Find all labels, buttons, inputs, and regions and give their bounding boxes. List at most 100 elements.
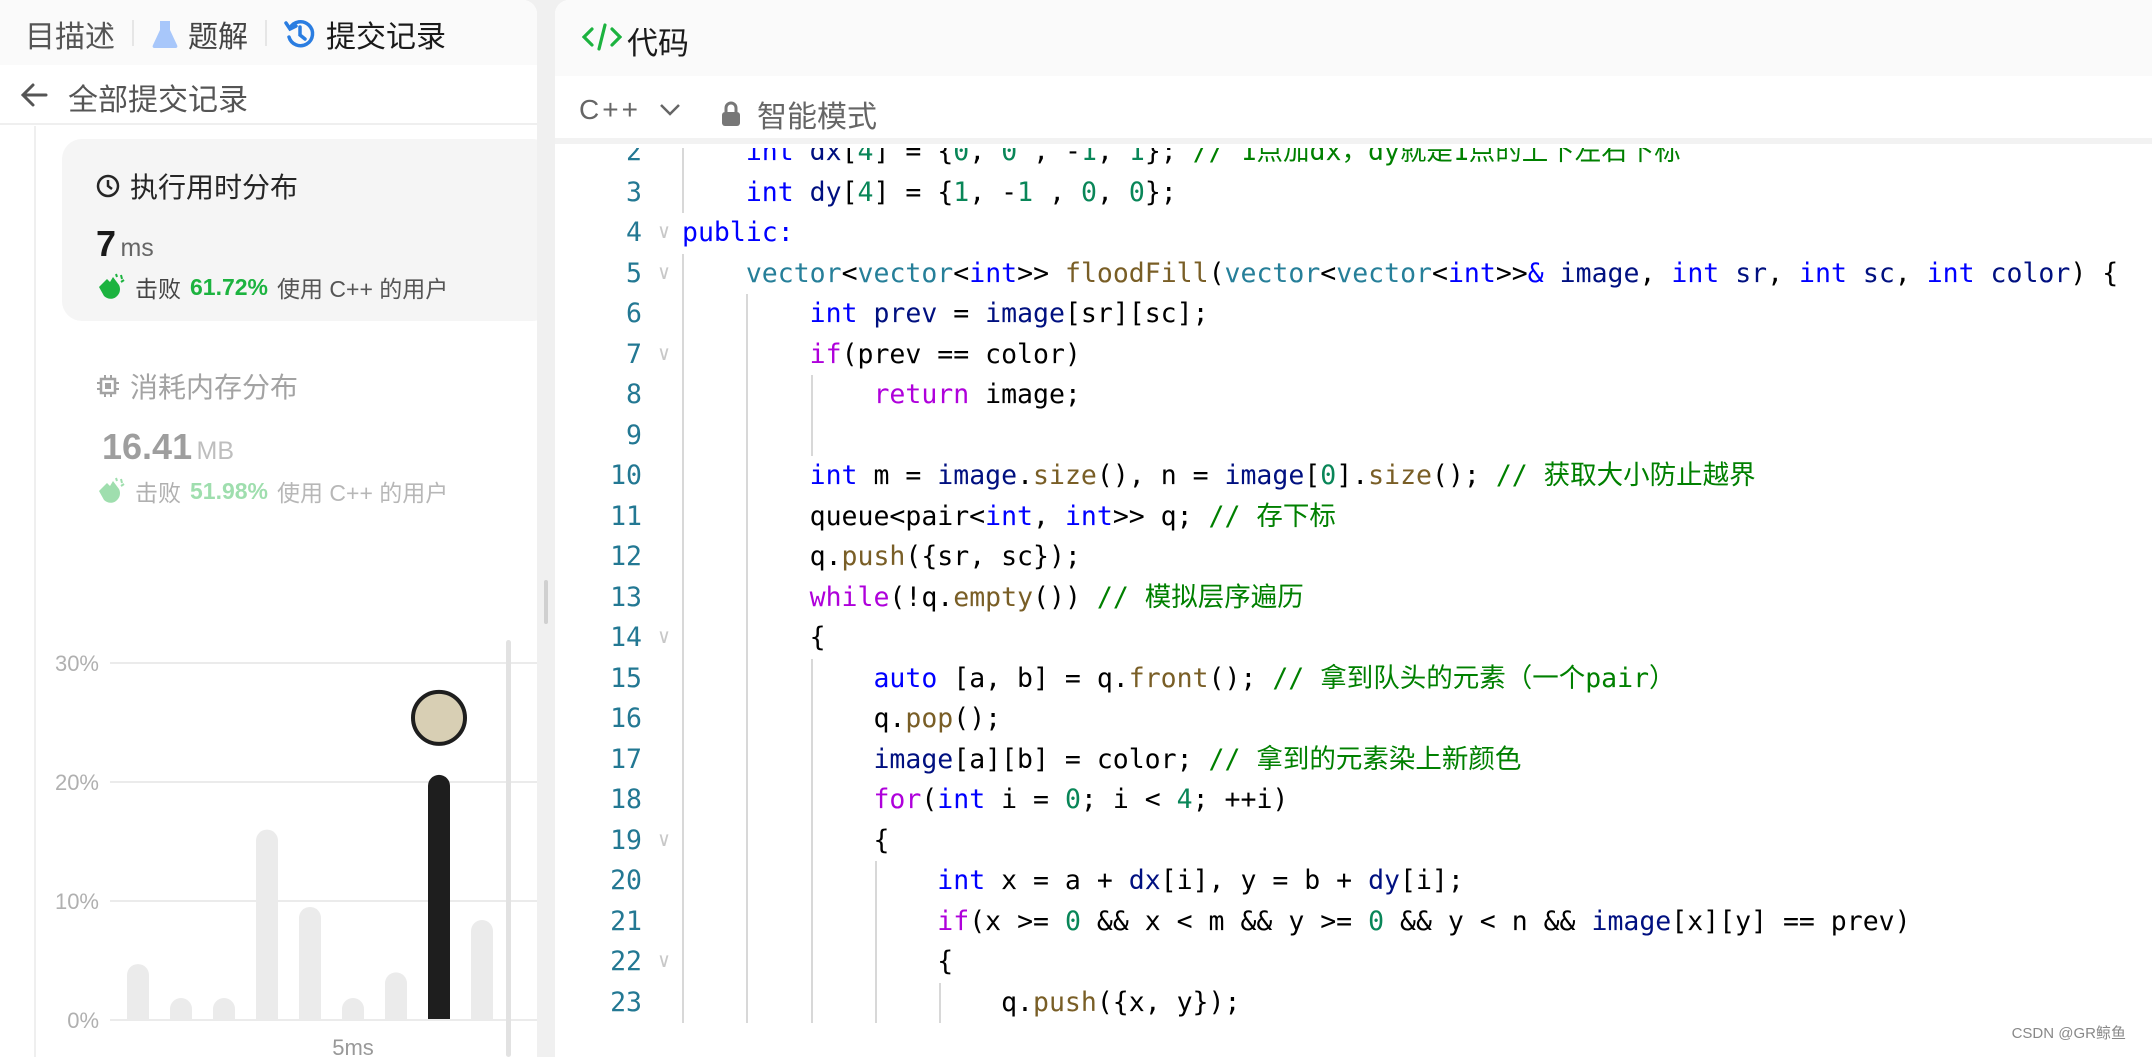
code-line[interactable]: 18 for(int i = 0; i < 4; ++i) xyxy=(555,780,2152,821)
code-line[interactable]: 19 ∨ { xyxy=(555,819,2152,862)
code-line[interactable]: 3 int dy[4] = {1, -1 , 0, 0}; xyxy=(555,172,2152,213)
code-line[interactable]: 17 image[a][b] = color; // 拿到的元素染上新颜色 xyxy=(555,739,2152,780)
code-token: dy xyxy=(793,176,842,208)
back-arrow-icon[interactable] xyxy=(20,82,48,108)
code-line[interactable]: 12 q.push({sr, sc}); xyxy=(555,537,2152,578)
code-token: 1 xyxy=(1080,148,1097,167)
bar-highlight xyxy=(428,774,450,1031)
runtime-card[interactable]: 执行用时分布 7 ms 击败 61.72% 使用 C++ 的用户 xyxy=(62,139,537,321)
editor-toolbar: C++ 智能模式 xyxy=(555,76,2152,144)
code-header: 代码 xyxy=(555,0,2152,76)
fold-chevron-icon[interactable]: ∨ xyxy=(658,819,670,860)
code-token: push xyxy=(1033,986,1097,1018)
memory-beat: 击败 51.98% 使用 C++ 的用户 xyxy=(96,474,448,508)
code-line[interactable]: 8 return image; xyxy=(555,375,2152,416)
code-token: 4 xyxy=(857,148,874,167)
code-token: . xyxy=(1017,460,1034,491)
line-number: 17 xyxy=(610,743,642,775)
code-text: queue<pair<int, int>> q; // 存下标 xyxy=(682,497,1336,538)
tab-submissions[interactable]: 提交记录 xyxy=(284,12,446,56)
code-token: color xyxy=(1974,257,2071,289)
code-line[interactable]: 21 if(x >= 0 && x < m && y >= 0 && y < n… xyxy=(555,901,2152,942)
code-line[interactable]: 5 ∨ vector<vector<int>> floodFill(vector<… xyxy=(555,252,2152,294)
code-token: front xyxy=(1128,662,1209,694)
runtime-distribution-chart: 0% 10% 20% 30% 5ms xyxy=(55,651,537,1057)
code-token: (); xyxy=(1431,460,1496,491)
code-text: int prev = image[sr][sc]; xyxy=(682,294,1209,335)
fold-chevron-icon[interactable]: ∨ xyxy=(658,211,670,252)
code-token: (), n = xyxy=(1096,460,1225,491)
code-token: image xyxy=(1224,460,1305,491)
runtime-unit: ms xyxy=(120,234,154,262)
code-panel: 代码 C++ 智能模式 2 int dx[4] = {0, 0 , -1, 1}… xyxy=(555,0,2152,1057)
scrollbar[interactable] xyxy=(506,640,511,1057)
code-line[interactable]: 9 xyxy=(555,415,2152,456)
code-text: q.pop(); xyxy=(682,699,1001,740)
code-token: (!q. xyxy=(889,581,954,613)
code-line[interactable]: 16 q.pop(); xyxy=(555,699,2152,740)
fold-chevron-icon[interactable]: ∨ xyxy=(658,252,670,293)
code-line[interactable]: 13 while(!q.empty()) // 模拟层序遍历 xyxy=(555,577,2152,618)
tab-solutions[interactable]: 题解 xyxy=(152,12,248,56)
code-token: return xyxy=(873,379,970,410)
memory-card[interactable]: 消耗内存分布 16.41 MB 击败 51.98% 使用 C++ 的用户 xyxy=(96,360,536,520)
line-number: 16 xyxy=(610,703,642,734)
code-token: , xyxy=(1767,257,1800,289)
code-token: int xyxy=(745,176,794,208)
code-line[interactable]: 10 int m = image.size(), n = image[0].si… xyxy=(555,456,2152,497)
all-submissions-link[interactable]: 全部提交记录 xyxy=(68,75,248,119)
code-token: < xyxy=(953,257,970,289)
code-token: int xyxy=(1064,500,1113,532)
code-token: >> xyxy=(1017,257,1065,289)
code-line[interactable]: 2 int dx[4] = {0, 0 , -1, 1}; // 1点加dx，d… xyxy=(555,148,2152,173)
code-token: ()) xyxy=(1033,581,1097,613)
tab-description[interactable]: 目描述 xyxy=(25,12,115,56)
code-token: 1 xyxy=(1128,148,1145,167)
code-token: m = xyxy=(857,460,938,491)
panel-divider[interactable] xyxy=(537,0,555,1057)
line-number: 21 xyxy=(610,905,642,937)
code-token: 1 xyxy=(1017,176,1034,208)
code-line[interactable]: 23 q.push({x, y}); xyxy=(555,982,2152,1023)
code-token: [ xyxy=(841,176,858,208)
line-number: 11 xyxy=(610,500,642,532)
line-number: 14 xyxy=(610,622,642,653)
line-number: 8 xyxy=(626,379,642,410)
code-token: int xyxy=(937,865,986,896)
code-editor[interactable]: 2 int dx[4] = {0, 0 , -1, 1}; // 1点加dx，d… xyxy=(555,148,2152,1057)
code-token: < xyxy=(841,257,858,289)
code-token: image xyxy=(985,298,1065,329)
code-token: if xyxy=(937,905,970,937)
code-line[interactable]: 6 int prev = image[sr][sc]; xyxy=(555,294,2152,335)
language-select[interactable]: C++ xyxy=(579,94,681,126)
code-token: , xyxy=(1033,500,1065,532)
code-token: empty xyxy=(953,581,1034,613)
code-line[interactable]: 7 ∨ if(prev == color) xyxy=(555,333,2152,375)
line-number: 15 xyxy=(610,662,642,694)
code-token: 4 xyxy=(857,176,874,208)
code-token: int xyxy=(1671,257,1720,289)
code-text: { xyxy=(682,821,889,862)
code-line[interactable]: 15 auto [a, b] = q.front(); // 拿到队头的元素（一… xyxy=(555,658,2152,699)
code-line[interactable]: 22 ∨ { xyxy=(555,942,2152,983)
code-line[interactable]: 14 ∨ { xyxy=(555,618,2152,659)
code-token: 0 xyxy=(1128,176,1145,208)
fold-chevron-icon[interactable]: ∨ xyxy=(658,616,670,657)
code-line[interactable]: 4 ∨ public: xyxy=(555,213,2152,254)
code-line[interactable]: 20 int x = a + dx[i], y = b + dy[i]; xyxy=(555,861,2152,902)
code-line[interactable]: 11 queue<pair<int, int>> q; // 存下标 xyxy=(555,496,2152,538)
code-token: int xyxy=(1799,257,1847,289)
fold-chevron-icon[interactable]: ∨ xyxy=(658,333,670,374)
chip-icon xyxy=(97,375,119,397)
resize-handle[interactable] xyxy=(544,580,548,624)
code-token: , xyxy=(1894,257,1927,289)
code-token: int xyxy=(809,460,858,491)
chevron-down-icon xyxy=(660,104,680,116)
code-token: [a, b] = q. xyxy=(937,662,1129,694)
code-token: int xyxy=(1447,257,1496,289)
line-number: 2 xyxy=(626,148,642,167)
fold-chevron-icon[interactable]: ∨ xyxy=(658,940,670,981)
mode-indicator[interactable]: 智能模式 xyxy=(721,92,877,136)
mode-label: 智能模式 xyxy=(757,101,877,134)
